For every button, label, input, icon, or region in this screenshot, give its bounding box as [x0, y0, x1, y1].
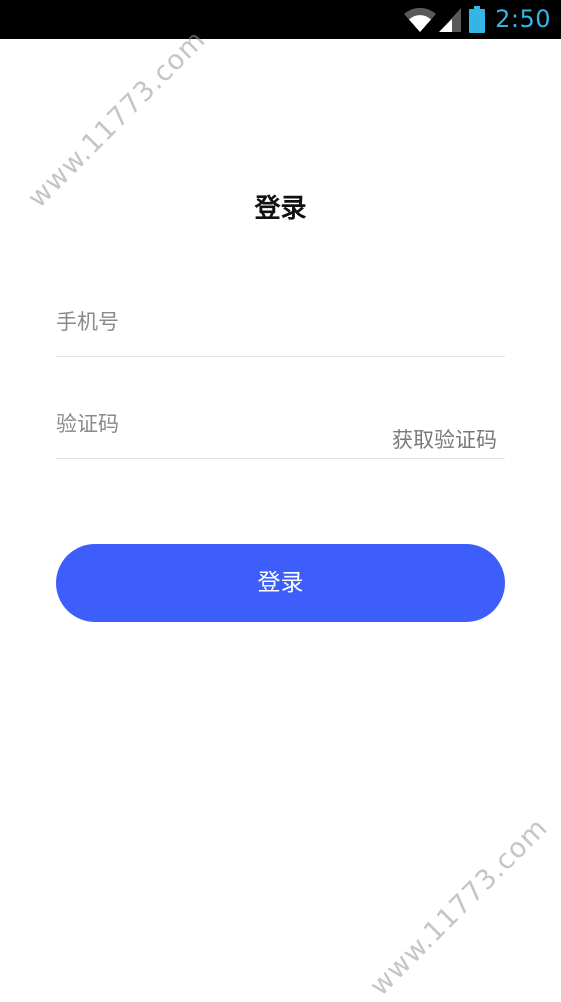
phone-field — [56, 300, 505, 357]
get-code-button[interactable]: 获取验证码 — [392, 424, 497, 456]
battery-icon — [469, 6, 486, 33]
status-clock: 2:50 — [495, 5, 551, 33]
verification-code-input[interactable] — [56, 402, 356, 446]
watermark-top: www.11773.com — [22, 24, 212, 214]
watermark-bottom: www.11773.com — [364, 812, 554, 1002]
phone-input[interactable] — [56, 300, 356, 344]
wifi-icon — [404, 7, 437, 32]
signal-icon — [439, 7, 462, 32]
page-title: 登录 — [254, 194, 307, 224]
login-button[interactable]: 登录 — [56, 544, 505, 622]
status-bar: 2:50 — [0, 0, 561, 39]
status-icons: 2:50 — [403, 0, 551, 39]
code-field: 获取验证码 — [56, 402, 505, 459]
